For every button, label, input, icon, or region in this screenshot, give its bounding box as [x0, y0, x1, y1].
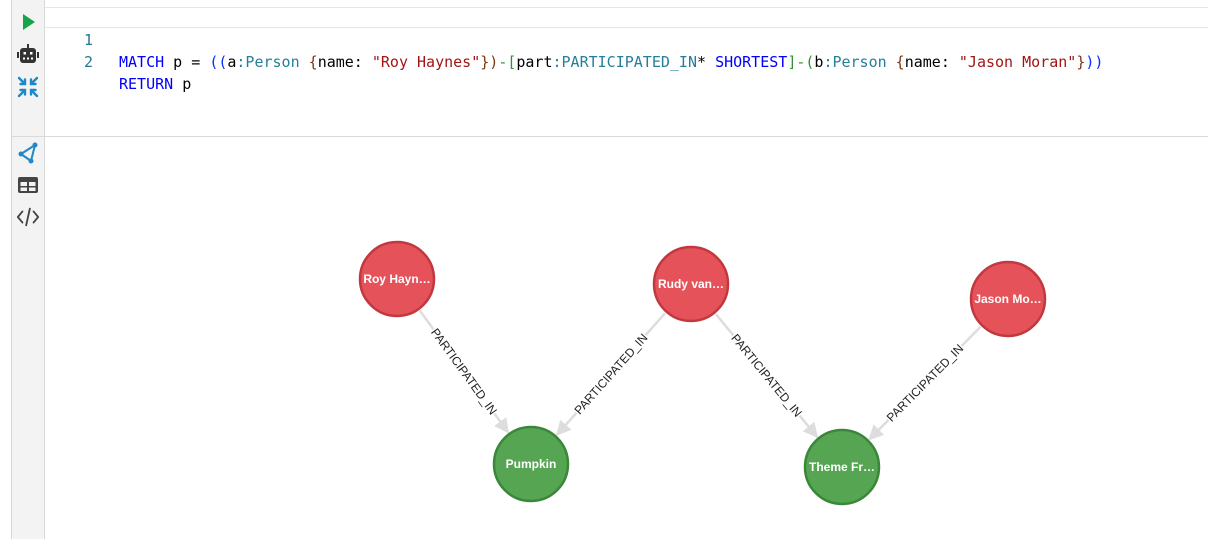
relationship-edge[interactable]: PARTICIPATED_IN: [868, 325, 982, 441]
edge-label: PARTICIPATED_IN: [572, 331, 651, 417]
edge-label: PARTICIPATED_IN: [884, 341, 966, 424]
graph-view-icon: [18, 142, 38, 164]
bracket-token: ((: [209, 53, 228, 71]
bracket-token: }): [480, 53, 499, 71]
robot-icon: [17, 44, 39, 63]
bracket-token: {: [299, 53, 318, 71]
relationship-edge[interactable]: PARTICIPATED_IN: [418, 309, 510, 434]
code-text: RETURN p: [119, 73, 191, 95]
sidebar: [12, 0, 45, 539]
keyword-shortest: SHORTEST: [715, 53, 788, 71]
query-editor[interactable]: 1 MATCH p = ((a:Person {name: "Roy Hayne…: [45, 6, 1208, 137]
node-label: Jason Mo…: [974, 292, 1041, 306]
bracket-token: ]-: [787, 53, 806, 71]
graph-svg[interactable]: PARTICIPATED_IN PARTICIPATED_IN PARTICIPAT…: [45, 137, 1208, 539]
bracket-token: -[: [498, 53, 517, 71]
graph-canvas[interactable]: PARTICIPATED_IN PARTICIPATED_IN PARTICIPAT…: [45, 137, 1208, 539]
recording-node[interactable]: Theme Fr…: [803, 428, 881, 506]
table-view-icon: [18, 177, 38, 193]
graph-view-button[interactable]: [16, 141, 40, 165]
person-node[interactable]: Rudy van…: [652, 245, 730, 323]
label-token: :Person: [823, 53, 887, 71]
keyword-match: MATCH: [119, 53, 165, 71]
property-token: name:: [904, 53, 959, 71]
recording-node[interactable]: Pumpkin: [492, 425, 570, 503]
code-line-1: 1 MATCH p = ((a:Person {name: "Roy Hayne…: [45, 7, 1103, 71]
bracket-token: {: [886, 53, 905, 71]
string-token: "Roy Haynes": [371, 53, 481, 71]
keyword-return: RETURN: [119, 75, 174, 93]
person-node[interactable]: Roy Hayn…: [358, 240, 436, 318]
sidebar-divider: [12, 136, 44, 137]
variable-token: p: [173, 75, 192, 93]
relationship-edge[interactable]: PARTICIPATED_IN: [555, 312, 667, 436]
label-token: :Person: [236, 53, 300, 71]
reltype-token: :PARTICIPATED_IN: [552, 53, 698, 71]
person-node[interactable]: Jason Mo…: [969, 260, 1047, 338]
node-label: Theme Fr…: [809, 460, 875, 474]
code-token: p =: [164, 53, 210, 71]
bracket-token: )): [1085, 53, 1104, 71]
property-token: name:: [317, 53, 372, 71]
table-view-button[interactable]: [16, 173, 40, 197]
play-icon: [23, 14, 35, 30]
node-label: Pumpkin: [506, 457, 557, 471]
code-view-button[interactable]: [16, 205, 40, 229]
collapse-icon: [17, 76, 39, 98]
edge-label: PARTICIPATED_IN: [428, 326, 500, 418]
code-line-2: 2 RETURN p: [45, 29, 191, 93]
collapse-editor-button[interactable]: [16, 75, 40, 99]
code-text: MATCH p = ((a:Person {name: "Roy Haynes"…: [119, 51, 1103, 73]
ai-assistant-button[interactable]: [16, 43, 40, 67]
bracket-token: }: [1076, 53, 1086, 71]
relationship-edge[interactable]: PARTICIPATED_IN: [714, 313, 819, 439]
active-line-highlight: [45, 7, 1208, 28]
code-token: *: [697, 53, 716, 71]
code-view-icon: [16, 207, 40, 227]
node-label: Rudy van…: [658, 277, 724, 291]
variable-token: part: [516, 53, 553, 71]
node-label: Roy Hayn…: [363, 272, 430, 286]
edge-label: PARTICIPATED_IN: [728, 331, 804, 419]
string-token: "Jason Moran": [958, 53, 1077, 71]
run-button[interactable]: [16, 10, 40, 34]
line-number: 2: [83, 53, 93, 71]
